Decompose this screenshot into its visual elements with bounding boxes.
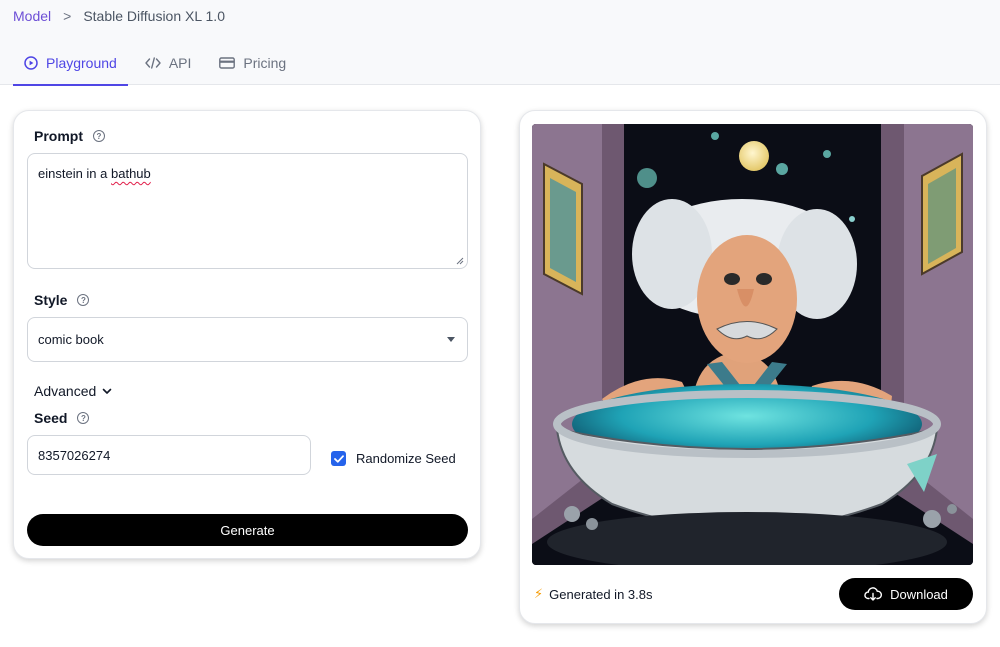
top-bar: Model > Stable Diffusion XL 1.0 Playgrou…	[0, 0, 1000, 86]
prompt-textarea[interactable]: einstein in a bathub	[27, 153, 468, 269]
code-icon	[145, 56, 161, 69]
seed-input[interactable]: 8357026274	[27, 435, 311, 475]
tab-label: API	[168, 54, 192, 71]
randomize-seed-label: Randomize Seed	[356, 451, 456, 466]
generation-time-text: Generated in 3.8s	[549, 586, 653, 602]
style-label-row: Style ?	[34, 292, 90, 308]
generated-image	[532, 124, 973, 565]
tab-label: Playground	[46, 54, 117, 71]
download-button[interactable]: Download	[839, 578, 973, 610]
breadcrumb-current: Stable Diffusion XL 1.0	[83, 8, 225, 24]
check-icon	[333, 454, 344, 463]
prompt-text: einstein in a	[38, 166, 111, 181]
randomize-seed-checkbox[interactable]	[331, 451, 346, 466]
tab-bar: Playground API Pricing	[13, 40, 303, 86]
tab-pricing[interactable]: Pricing	[208, 40, 297, 85]
randomize-seed-option[interactable]: Randomize Seed	[331, 451, 456, 466]
tab-label: Pricing	[243, 54, 287, 71]
help-icon[interactable]: ?	[93, 130, 105, 142]
prompt-label: Prompt	[34, 128, 83, 144]
breadcrumb-model-link[interactable]: Model	[13, 8, 51, 24]
play-circle-icon	[24, 55, 38, 70]
download-label: Download	[890, 586, 948, 602]
breadcrumb-separator: >	[63, 8, 72, 24]
seed-label: Seed	[34, 410, 68, 426]
style-select-value: comic book	[38, 332, 104, 347]
generation-form-card: Prompt ? einstein in a bathub Style ? co…	[13, 110, 481, 559]
tab-playground[interactable]: Playground	[13, 40, 128, 86]
chevron-down-icon	[102, 388, 112, 394]
advanced-toggle[interactable]: Advanced	[34, 383, 112, 399]
generated-image-illustration	[532, 124, 973, 565]
seed-label-row: Seed ?	[34, 410, 90, 426]
seed-value: 8357026274	[38, 447, 111, 463]
breadcrumb: Model > Stable Diffusion XL 1.0	[13, 8, 225, 24]
prompt-label-row: Prompt ?	[34, 128, 105, 144]
resize-handle-icon[interactable]	[456, 257, 464, 265]
chevron-down-icon	[447, 337, 455, 342]
lightning-icon: ⚡	[534, 586, 544, 601]
credit-card-icon	[219, 56, 236, 69]
advanced-label: Advanced	[34, 383, 97, 399]
style-label: Style	[34, 292, 68, 308]
result-card: ⚡ Generated in 3.8s Download	[519, 110, 987, 624]
prompt-text-misspelled: bathub	[111, 166, 151, 181]
style-select[interactable]: comic book	[27, 317, 468, 362]
tab-api[interactable]: API	[134, 40, 203, 85]
help-icon[interactable]: ?	[77, 294, 90, 306]
cloud-download-icon	[864, 587, 883, 601]
generate-button[interactable]: Generate	[27, 514, 468, 546]
generation-status: ⚡ Generated in 3.8s	[534, 586, 653, 602]
help-icon[interactable]: ?	[77, 412, 90, 424]
